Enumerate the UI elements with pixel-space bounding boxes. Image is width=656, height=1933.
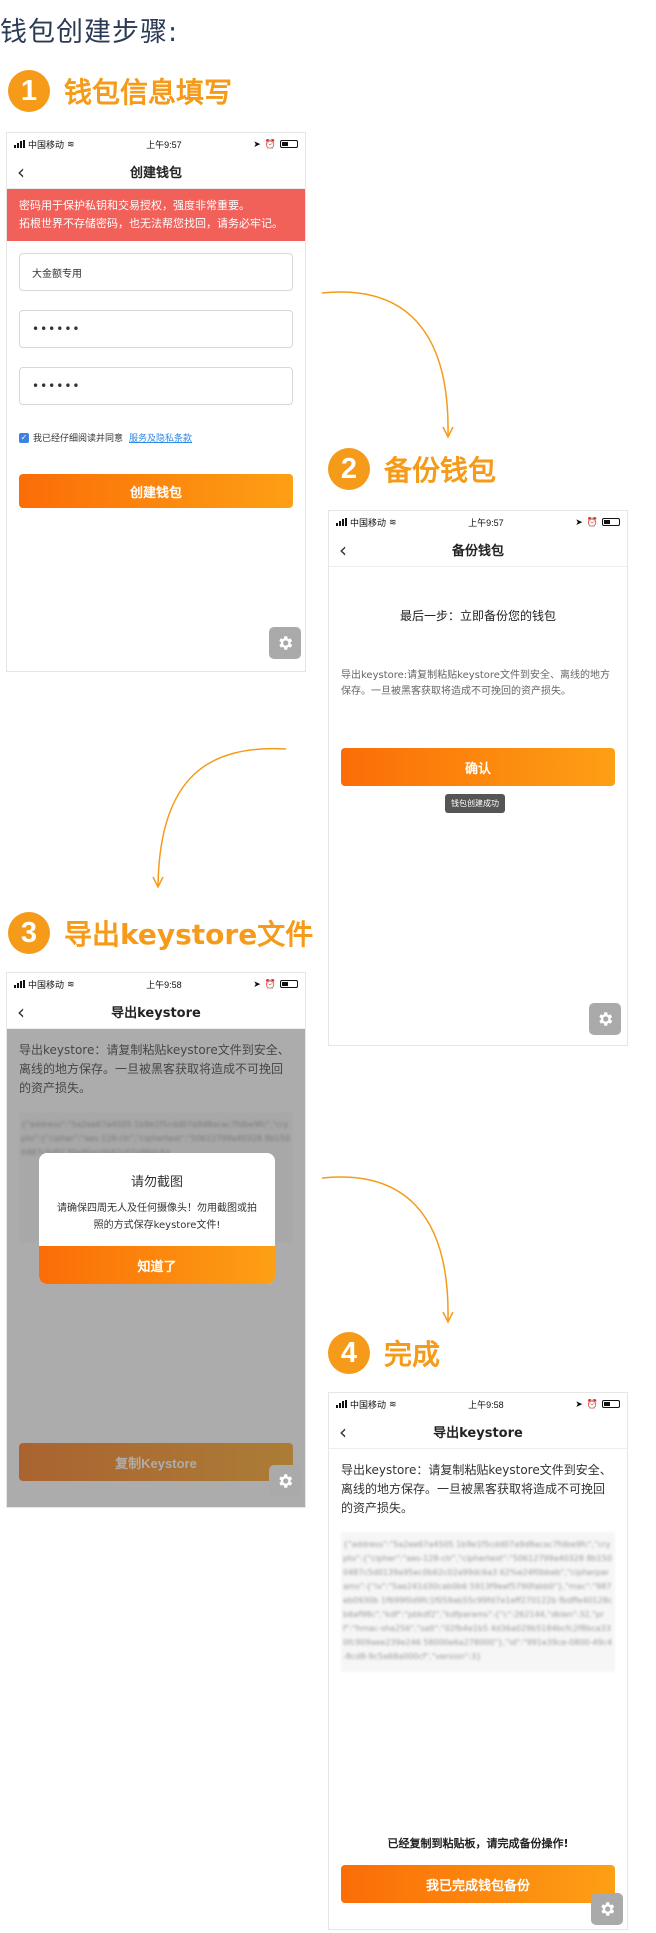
terms-agreement: ✓ 我已经仔细阅读并同意 服务及隐私条款 <box>19 431 293 444</box>
location-icon: ➤ <box>575 1398 583 1409</box>
signal-icon <box>14 980 25 988</box>
confirm-password-input[interactable]: •••••• <box>19 367 293 405</box>
terms-link[interactable]: 服务及隐私条款 <box>129 431 192 444</box>
no-screenshot-dialog: 请勿截图 请确保四周无人及任何摄像头！勿用截图或拍照的方式保存keystore文… <box>39 1153 275 1284</box>
phone-export-keystore-done: 中国移动 ≋ 上午9:58 ➤ ⏰ ‹ 导出keystore 导出keystore：… <box>328 1392 628 1930</box>
alarm-icon: ⏰ <box>586 516 598 527</box>
confirm-button[interactable]: 确认 <box>341 748 615 786</box>
wifi-icon: ≋ <box>389 516 397 527</box>
gear-icon <box>599 1012 613 1026</box>
clock: 上午9:58 <box>468 1399 504 1410</box>
back-chevron-icon[interactable]: ‹ <box>339 1420 347 1444</box>
screen-title: 导出keystore <box>433 1426 523 1441</box>
screen-title: 备份钱包 <box>451 544 504 559</box>
phone-export-keystore-warning: 中国移动≋ 上午9:58 ➤⏰ ‹ 导出keystore 导出keystore：… <box>6 972 306 1508</box>
wifi-icon: ≋ <box>67 138 75 149</box>
backup-description: 导出keystore:请复制粘贴keystore文件到安全、离线的地方保存。一旦… <box>341 670 610 697</box>
keystore-text-blurred: {"address":"5a2ee67a4505 1b9e1f5cdd07a9d… <box>341 1532 615 1672</box>
toast-wallet-created: 钱包创建成功 <box>445 794 505 813</box>
step-1-label: 钱包信息填写 <box>64 76 233 109</box>
step-2-number: 2 <box>328 448 370 490</box>
screen-title: 导出keystore <box>111 1006 201 1021</box>
flow-arrow-2-to-3 <box>152 747 287 889</box>
settings-button[interactable] <box>591 1893 623 1925</box>
status-bar: 中国移动 ≋ 上午9:57 ➤ ⏰ <box>7 133 305 155</box>
warning-line-2: 拓根世界不存储密码，也无法帮您找回，请务必牢记。 <box>19 217 283 230</box>
settings-button[interactable] <box>589 1003 621 1035</box>
step-4-number: 4 <box>328 1332 370 1374</box>
step-1-heading: 1 钱包信息填写 <box>8 70 232 112</box>
signal-icon <box>336 518 347 526</box>
gear-icon <box>279 636 293 650</box>
clock: 上午9:57 <box>146 139 182 150</box>
location-icon: ➤ <box>253 138 261 149</box>
nav-bar: ‹ 导出keystore <box>329 1415 627 1449</box>
alarm-icon: ⏰ <box>586 1398 598 1409</box>
alarm-icon: ⏰ <box>264 978 276 989</box>
status-bar: 中国移动 ≋ 上午9:58 ➤ ⏰ <box>329 1393 627 1415</box>
flow-arrow-3-to-4 <box>321 1176 454 1324</box>
signal-icon <box>336 1400 347 1408</box>
step-4-label: 完成 <box>384 1338 441 1371</box>
step-2-label: 备份钱包 <box>384 454 497 487</box>
wallet-name-input[interactable]: 大金额专用 <box>19 253 293 291</box>
battery-icon <box>601 1400 620 1408</box>
password-input[interactable]: •••••• <box>19 310 293 348</box>
step-4-heading: 4 完成 <box>328 1332 440 1374</box>
wifi-icon: ≋ <box>67 978 75 989</box>
step-1-number: 1 <box>8 70 50 112</box>
wifi-icon: ≋ <box>389 1398 397 1409</box>
flow-arrow-1-to-2 <box>321 291 454 439</box>
copied-status: 已经复制到粘贴板，请完成备份操作! <box>387 1837 569 1850</box>
nav-bar: ‹ 创建钱包 <box>7 155 305 189</box>
status-bar: 中国移动 ≋ 上午9:57 ➤ ⏰ <box>329 511 627 533</box>
nav-bar: ‹ 备份钱包 <box>329 533 627 567</box>
carrier-label: 中国移动 <box>28 139 65 150</box>
status-bar: 中国移动 ≋ 上午9:58 ➤ ⏰ <box>7 973 305 995</box>
step-2-heading: 2 备份钱包 <box>328 448 496 490</box>
step-3-heading: 3 导出keystore文件 <box>8 912 313 954</box>
dialog-ok-button[interactable]: 知道了 <box>39 1246 275 1284</box>
agree-checkbox[interactable]: ✓ <box>19 432 29 443</box>
battery-icon <box>601 518 620 526</box>
settings-button[interactable] <box>269 627 301 659</box>
agree-text: 我已经仔细阅读并同意 <box>33 434 124 444</box>
back-chevron-icon[interactable]: ‹ <box>17 160 25 184</box>
alarm-icon: ⏰ <box>264 138 276 149</box>
step-3-label: 导出keystore文件 <box>64 918 314 951</box>
clock: 上午9:58 <box>146 979 182 990</box>
clock: 上午9:57 <box>468 517 504 528</box>
dialog-message: 请确保四周无人及任何摄像头！勿用截图或拍照的方式保存keystore文件! <box>57 1203 257 1231</box>
back-chevron-icon[interactable]: ‹ <box>339 538 347 562</box>
location-icon: ➤ <box>253 978 261 989</box>
carrier-label: 中国移动 <box>28 979 65 990</box>
backup-headline: 最后一步：立即备份您的钱包 <box>399 609 556 623</box>
carrier-label: 中国移动 <box>350 1399 387 1410</box>
dialog-title: 请勿截图 <box>130 1175 183 1190</box>
nav-bar: ‹ 导出keystore <box>7 995 305 1029</box>
export-description: 导出keystore：请复制粘贴keystore文件到安全、离线的地方保存。一旦… <box>341 1463 612 1515</box>
warning-line-1: 密码用于保护私钥和交易授权，强度非常重要。 <box>19 199 250 212</box>
screen-title: 创建钱包 <box>129 166 182 181</box>
signal-icon <box>14 140 25 148</box>
backup-done-button[interactable]: 我已完成钱包备份 <box>341 1865 615 1903</box>
carrier-label: 中国移动 <box>350 517 387 528</box>
phone-backup-wallet: 中国移动 ≋ 上午9:57 ➤ ⏰ ‹ 备份钱包 最后一步：立即备份您的钱包 导出k… <box>328 510 628 1046</box>
settings-button[interactable] <box>269 1465 301 1497</box>
password-warning-banner: 密码用于保护私钥和交易授权，强度非常重要。 拓根世界不存储密码，也无法帮您找回，… <box>7 189 305 241</box>
step-3-number: 3 <box>8 912 50 954</box>
gear-icon <box>601 1902 615 1916</box>
battery-icon <box>279 980 298 988</box>
page-title: 钱包创建步骤: <box>0 17 179 48</box>
back-chevron-icon[interactable]: ‹ <box>17 1000 25 1024</box>
battery-icon <box>279 140 298 148</box>
location-icon: ➤ <box>575 516 583 527</box>
gear-icon <box>279 1474 293 1488</box>
phone-create-wallet: 中国移动 ≋ 上午9:57 ➤ ⏰ ‹ 创建钱包 密码用于保护私钥和交易授权，强度非… <box>6 132 306 672</box>
create-wallet-button[interactable]: 创建钱包 <box>19 474 293 508</box>
